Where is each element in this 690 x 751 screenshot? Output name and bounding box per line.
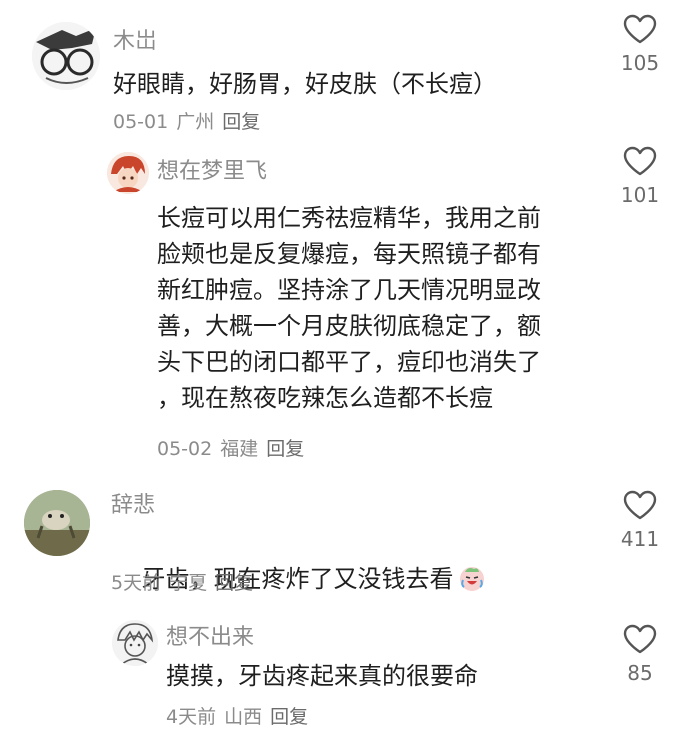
comment-meta: 05-02 福建 回复 bbox=[157, 437, 312, 461]
comment-item: 木岀 好眼睛，好肠胃，好皮肤（不长痘） 05-01 广州 回复 105 bbox=[0, 0, 690, 140]
heart-icon bbox=[623, 146, 657, 176]
comment-text: 摸摸，牙齿疼起来真的很要命 bbox=[166, 662, 478, 690]
reply-button[interactable]: 回复 bbox=[222, 111, 260, 133]
frog-photo-avatar-icon bbox=[24, 490, 90, 556]
like-button[interactable]: 85 bbox=[610, 624, 670, 686]
avatar[interactable] bbox=[32, 22, 100, 90]
comment-meta: 05-01 广州 回复 bbox=[113, 110, 268, 134]
comment-location: 宁夏 bbox=[169, 572, 208, 594]
like-button[interactable]: 105 bbox=[610, 14, 670, 76]
glasses-sketch-avatar-icon bbox=[32, 22, 100, 90]
reply-button[interactable]: 回复 bbox=[270, 706, 308, 728]
comment-location: 山西 bbox=[224, 706, 263, 728]
username[interactable]: 想在梦里飞 bbox=[157, 158, 267, 186]
like-count: 105 bbox=[620, 51, 660, 75]
crying-laughing-emoji-icon bbox=[459, 567, 484, 591]
avatar[interactable] bbox=[107, 152, 149, 194]
like-button[interactable]: 101 bbox=[610, 146, 670, 208]
like-button[interactable]: 411 bbox=[610, 490, 670, 552]
reply-item: 想在梦里飞 长痘可以用仁秀祛痘精华，我用之前 脸颊也是反复爆痘，每天照镜子都有 … bbox=[0, 140, 690, 480]
username[interactable]: 想不出来 bbox=[166, 624, 254, 652]
comment-text: 长痘可以用仁秀祛痘精华，我用之前 脸颊也是反复爆痘，每天照镜子都有 新红肿痘。坚… bbox=[157, 204, 541, 412]
comment-meta: 4天前 山西 回复 bbox=[166, 705, 316, 729]
avatar[interactable] bbox=[24, 490, 90, 556]
avatar[interactable] bbox=[112, 620, 158, 666]
heart-icon bbox=[623, 490, 657, 520]
comment-date: 5天前 bbox=[111, 572, 162, 594]
like-count: 101 bbox=[620, 183, 660, 207]
heart-icon bbox=[623, 624, 657, 654]
like-count: 411 bbox=[620, 527, 660, 551]
reply-item: 想不出来 摸摸，牙齿疼起来真的很要命 4天前 山西 回复 85 bbox=[0, 610, 690, 751]
comment-date: 05-02 bbox=[157, 438, 213, 460]
heart-icon bbox=[623, 14, 657, 44]
comment-location: 福建 bbox=[220, 438, 259, 460]
comment-date: 4天前 bbox=[166, 706, 217, 728]
reply-button[interactable]: 回复 bbox=[266, 438, 304, 460]
like-count: 85 bbox=[627, 661, 653, 685]
comment-location: 广州 bbox=[176, 111, 215, 133]
reply-button[interactable]: 回复 bbox=[215, 572, 253, 594]
comment-text: 好眼睛，好肠胃，好皮肤（不长痘） bbox=[113, 70, 497, 98]
username[interactable]: 辞悲 bbox=[111, 492, 155, 520]
comment-date: 05-01 bbox=[113, 111, 169, 133]
comment-item: 辞悲 牙齿，现在疼炸了又没钱去看 5天前 宁夏 回复 411 bbox=[0, 480, 690, 610]
sketch-character-avatar-icon bbox=[112, 620, 158, 666]
red-hair-anime-avatar-icon bbox=[107, 152, 149, 194]
username[interactable]: 木岀 bbox=[113, 28, 157, 56]
comment-meta: 5天前 宁夏 回复 bbox=[111, 571, 261, 595]
